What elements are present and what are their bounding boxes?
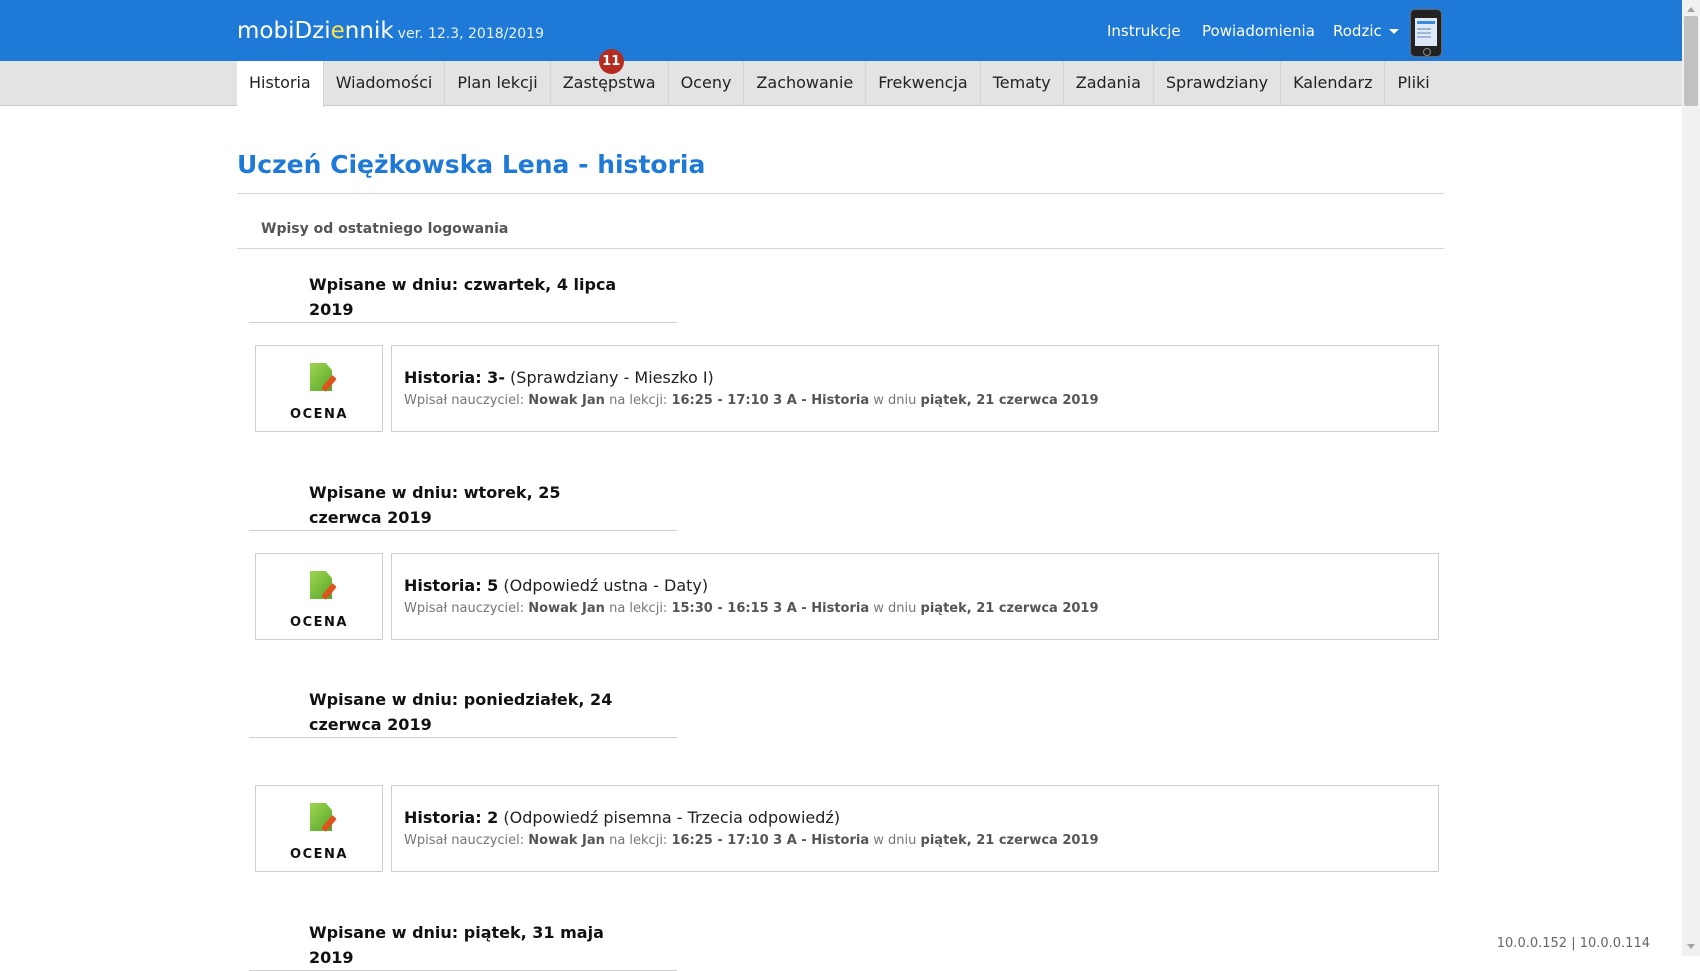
- nav-powiadomienia[interactable]: Powiadomienia: [1202, 22, 1315, 40]
- user-menu[interactable]: Rodzic: [1333, 22, 1399, 40]
- entry-detail: (Odpowiedź ustna - Daty): [503, 576, 709, 595]
- entry-subject-grade: Historia: 3-: [404, 368, 505, 387]
- entry-lesson: 16:25 - 17:10 3 A - Historia: [671, 833, 870, 848]
- day-header: Wpisane w dniu: wtorek, 25 czerwca 2019: [249, 480, 677, 531]
- history-entry: Historia: 3- (Sprawdziany - Mieszko I) W…: [391, 345, 1439, 432]
- teacher-prefix: Wpisał nauczyciel:: [404, 393, 525, 408]
- entry-lesson: 16:25 - 17:10 3 A - Historia: [671, 393, 870, 408]
- scrollbar[interactable]: [1682, 0, 1700, 956]
- tab-wiadomosci[interactable]: Wiadomości: [324, 61, 446, 105]
- entry-date: piątek, 21 czerwca 2019: [920, 393, 1099, 408]
- tab-historia[interactable]: Historia: [237, 61, 324, 107]
- tab-plan-lekcji[interactable]: Plan lekcji: [445, 61, 551, 105]
- page-title: Uczeń Ciężkowska Lena - historia: [237, 150, 706, 179]
- tab-sprawdziany[interactable]: Sprawdziany: [1154, 61, 1282, 105]
- tab-zadania[interactable]: Zadania: [1064, 61, 1154, 105]
- notification-badge: 11: [598, 49, 624, 74]
- icon-label: OCENA: [290, 615, 348, 630]
- entry-subject-grade: Historia: 5: [404, 576, 499, 595]
- tab-zachowanie[interactable]: Zachowanie: [744, 61, 867, 105]
- icon-label: OCENA: [290, 407, 348, 422]
- grade-icon-tile: OCENA: [255, 553, 383, 640]
- caret-down-icon: [1388, 29, 1399, 34]
- tab-kalendarz[interactable]: Kalendarz: [1281, 61, 1386, 105]
- app-version: ver. 12.3, 2018/2019: [397, 26, 544, 42]
- icon-label: OCENA: [290, 847, 348, 862]
- grade-icon-tile: OCENA: [255, 345, 383, 432]
- tab-pliki[interactable]: Pliki: [1385, 61, 1441, 105]
- day-header: Wpisane w dniu: czwartek, 4 lipca 2019: [249, 272, 677, 323]
- scroll-thumb[interactable]: [1684, 16, 1698, 106]
- scroll-up-arrow-icon[interactable]: [1687, 7, 1695, 12]
- date-prefix: w dniu: [873, 601, 917, 616]
- teacher-prefix: Wpisał nauczyciel:: [404, 833, 525, 848]
- entry-detail: (Odpowiedź pisemna - Trzecia odpowiedź): [503, 808, 841, 827]
- user-menu-label: Rodzic: [1333, 22, 1382, 40]
- history-entry: Historia: 5 (Odpowiedź ustna - Daty) Wpi…: [391, 553, 1439, 640]
- entry-teacher: Nowak Jan: [528, 833, 605, 848]
- lesson-prefix: na lekcji:: [609, 601, 668, 616]
- app-logo[interactable]: mobiDziennik ver. 12.3, 2018/2019: [237, 18, 544, 44]
- server-ip: 10.0.0.152 | 10.0.0.114: [1496, 936, 1650, 951]
- entry-lesson: 15:30 - 16:15 3 A - Historia: [671, 601, 870, 616]
- tab-oceny[interactable]: Oceny: [669, 61, 745, 105]
- teacher-prefix: Wpisał nauczyciel:: [404, 601, 525, 616]
- tab-zastepstwa[interactable]: Zastępstwa 11: [551, 49, 669, 105]
- grade-icon-tile: OCENA: [255, 785, 383, 872]
- day-header: Wpisane w dniu: piątek, 31 maja 2019: [249, 920, 677, 971]
- entry-teacher: Nowak Jan: [528, 393, 605, 408]
- day-header: Wpisane w dniu: poniedziałek, 24 czerwca…: [249, 687, 677, 738]
- tab-frekwencja[interactable]: Frekwencja: [866, 61, 981, 105]
- mobile-app-icon[interactable]: [1410, 9, 1442, 57]
- entry-subject-grade: Historia: 2: [404, 808, 499, 827]
- top-bar: mobiDziennik ver. 12.3, 2018/2019 Instruk…: [0, 0, 1682, 61]
- entry-date: piątek, 21 czerwca 2019: [920, 601, 1099, 616]
- lesson-prefix: na lekcji:: [609, 393, 668, 408]
- date-prefix: w dniu: [873, 833, 917, 848]
- tab-tematy[interactable]: Tematy: [981, 61, 1064, 105]
- history-entry: Historia: 2 (Odpowiedź pisemna - Trzecia…: [391, 785, 1439, 872]
- divider: [237, 248, 1444, 249]
- entry-date: piątek, 21 czerwca 2019: [920, 833, 1099, 848]
- tab-bar: Historia Wiadomości Plan lekcji Zastępst…: [0, 49, 1682, 107]
- section-subtitle: Wpisy od ostatniego logowania: [261, 221, 509, 237]
- entry-teacher: Nowak Jan: [528, 601, 605, 616]
- date-prefix: w dniu: [873, 393, 917, 408]
- divider: [237, 193, 1444, 194]
- lesson-prefix: na lekcji:: [609, 833, 668, 848]
- scroll-down-arrow-icon[interactable]: [1687, 944, 1695, 949]
- entry-detail: (Sprawdziany - Mieszko I): [510, 368, 714, 387]
- nav-instrukcje[interactable]: Instrukcje: [1107, 22, 1181, 40]
